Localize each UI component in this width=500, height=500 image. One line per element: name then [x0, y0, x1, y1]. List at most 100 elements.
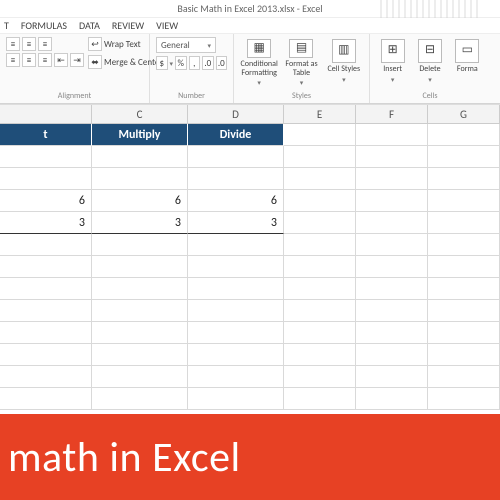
- cell[interactable]: [0, 234, 92, 256]
- format-as-table-button[interactable]: ▤ Format as Table ▾: [282, 37, 320, 87]
- cell[interactable]: [92, 300, 188, 322]
- cell[interactable]: [188, 366, 284, 388]
- cell[interactable]: [0, 278, 92, 300]
- delete-button[interactable]: ⊟ Delete ▾: [413, 37, 446, 87]
- cell[interactable]: [428, 168, 500, 190]
- cell[interactable]: [428, 366, 500, 388]
- align-right-icon[interactable]: ≡: [38, 53, 52, 67]
- cell[interactable]: [188, 388, 284, 410]
- insert-button[interactable]: ⊞ Insert ▾: [376, 37, 409, 87]
- align-middle-icon[interactable]: ≡: [22, 37, 36, 51]
- increase-decimal-icon[interactable]: .0: [202, 56, 214, 70]
- cell[interactable]: [0, 146, 92, 168]
- cell[interactable]: [356, 212, 428, 234]
- cell[interactable]: [92, 256, 188, 278]
- cell[interactable]: [92, 322, 188, 344]
- tab-cut[interactable]: T: [4, 19, 9, 32]
- cell[interactable]: [284, 190, 356, 212]
- cell[interactable]: [428, 190, 500, 212]
- percent-icon[interactable]: %: [175, 56, 187, 70]
- cell[interactable]: [284, 344, 356, 366]
- cell[interactable]: [92, 146, 188, 168]
- number-format-select[interactable]: General ▾: [156, 37, 216, 53]
- cell[interactable]: [356, 366, 428, 388]
- cell[interactable]: [356, 190, 428, 212]
- cell[interactable]: [356, 124, 428, 146]
- worksheet-grid[interactable]: C D E F G t Multiply Divide: [0, 104, 500, 410]
- cell[interactable]: [188, 322, 284, 344]
- cell[interactable]: [428, 278, 500, 300]
- cell[interactable]: [188, 278, 284, 300]
- cell[interactable]: [284, 366, 356, 388]
- format-button[interactable]: ▭ Forma: [451, 37, 484, 87]
- tab-view[interactable]: VIEW: [156, 19, 178, 32]
- cell[interactable]: [356, 234, 428, 256]
- cell[interactable]: [428, 300, 500, 322]
- tab-formulas[interactable]: FORMULAS: [21, 19, 67, 32]
- col-header-d[interactable]: D: [188, 105, 284, 123]
- col-header-b[interactable]: [0, 105, 92, 123]
- cell[interactable]: [284, 124, 356, 146]
- cell[interactable]: 3: [188, 212, 284, 234]
- cell[interactable]: [188, 300, 284, 322]
- cell[interactable]: [0, 168, 92, 190]
- cell[interactable]: 3: [92, 212, 188, 234]
- cell[interactable]: [428, 212, 500, 234]
- cell[interactable]: [0, 366, 92, 388]
- cell[interactable]: [356, 344, 428, 366]
- cell[interactable]: [0, 300, 92, 322]
- tab-review[interactable]: REVIEW: [112, 19, 144, 32]
- chevron-down-icon[interactable]: ▾: [207, 41, 211, 50]
- cell[interactable]: [356, 168, 428, 190]
- cell[interactable]: [188, 256, 284, 278]
- cell[interactable]: 6: [188, 190, 284, 212]
- col-header-e[interactable]: E: [284, 105, 356, 123]
- col-header-f[interactable]: F: [356, 105, 428, 123]
- cell[interactable]: [428, 322, 500, 344]
- cell[interactable]: [356, 388, 428, 410]
- cell[interactable]: [92, 234, 188, 256]
- cell[interactable]: 3: [0, 212, 92, 234]
- header-cell[interactable]: Multiply: [92, 124, 188, 146]
- cell[interactable]: [188, 234, 284, 256]
- cell[interactable]: 6: [0, 190, 92, 212]
- cell[interactable]: [284, 278, 356, 300]
- cell[interactable]: [92, 366, 188, 388]
- cell[interactable]: [284, 300, 356, 322]
- cell[interactable]: [356, 146, 428, 168]
- cell[interactable]: [356, 300, 428, 322]
- cell[interactable]: [92, 388, 188, 410]
- cell[interactable]: [428, 344, 500, 366]
- cell[interactable]: [0, 388, 92, 410]
- decrease-decimal-icon[interactable]: .0: [216, 56, 228, 70]
- cell[interactable]: [0, 322, 92, 344]
- wrap-text-icon[interactable]: ↩: [88, 37, 102, 51]
- merge-center-icon[interactable]: ⬌: [88, 55, 102, 69]
- cell[interactable]: [0, 256, 92, 278]
- header-cell[interactable]: t: [0, 124, 92, 146]
- cell[interactable]: [428, 124, 500, 146]
- col-header-c[interactable]: C: [92, 105, 188, 123]
- cell[interactable]: [284, 168, 356, 190]
- col-header-g[interactable]: G: [428, 105, 500, 123]
- currency-icon[interactable]: $: [156, 56, 168, 70]
- cell[interactable]: [284, 146, 356, 168]
- chevron-down-icon[interactable]: ▾: [170, 59, 174, 68]
- cell[interactable]: [92, 168, 188, 190]
- indent-dec-icon[interactable]: ⇤: [54, 53, 68, 67]
- cell[interactable]: [188, 344, 284, 366]
- cell[interactable]: [92, 344, 188, 366]
- cell[interactable]: [356, 256, 428, 278]
- cell[interactable]: [428, 256, 500, 278]
- cell[interactable]: [92, 278, 188, 300]
- cell[interactable]: [428, 146, 500, 168]
- align-bottom-icon[interactable]: ≡: [38, 37, 52, 51]
- cell-styles-button[interactable]: ▥ Cell Styles ▾: [325, 37, 363, 87]
- cell[interactable]: [428, 388, 500, 410]
- cell[interactable]: [0, 344, 92, 366]
- indent-inc-icon[interactable]: ⇥: [70, 53, 84, 67]
- align-top-icon[interactable]: ≡: [6, 37, 20, 51]
- comma-icon[interactable]: ,: [189, 56, 201, 70]
- align-center-icon[interactable]: ≡: [22, 53, 36, 67]
- tab-data[interactable]: DATA: [79, 19, 100, 32]
